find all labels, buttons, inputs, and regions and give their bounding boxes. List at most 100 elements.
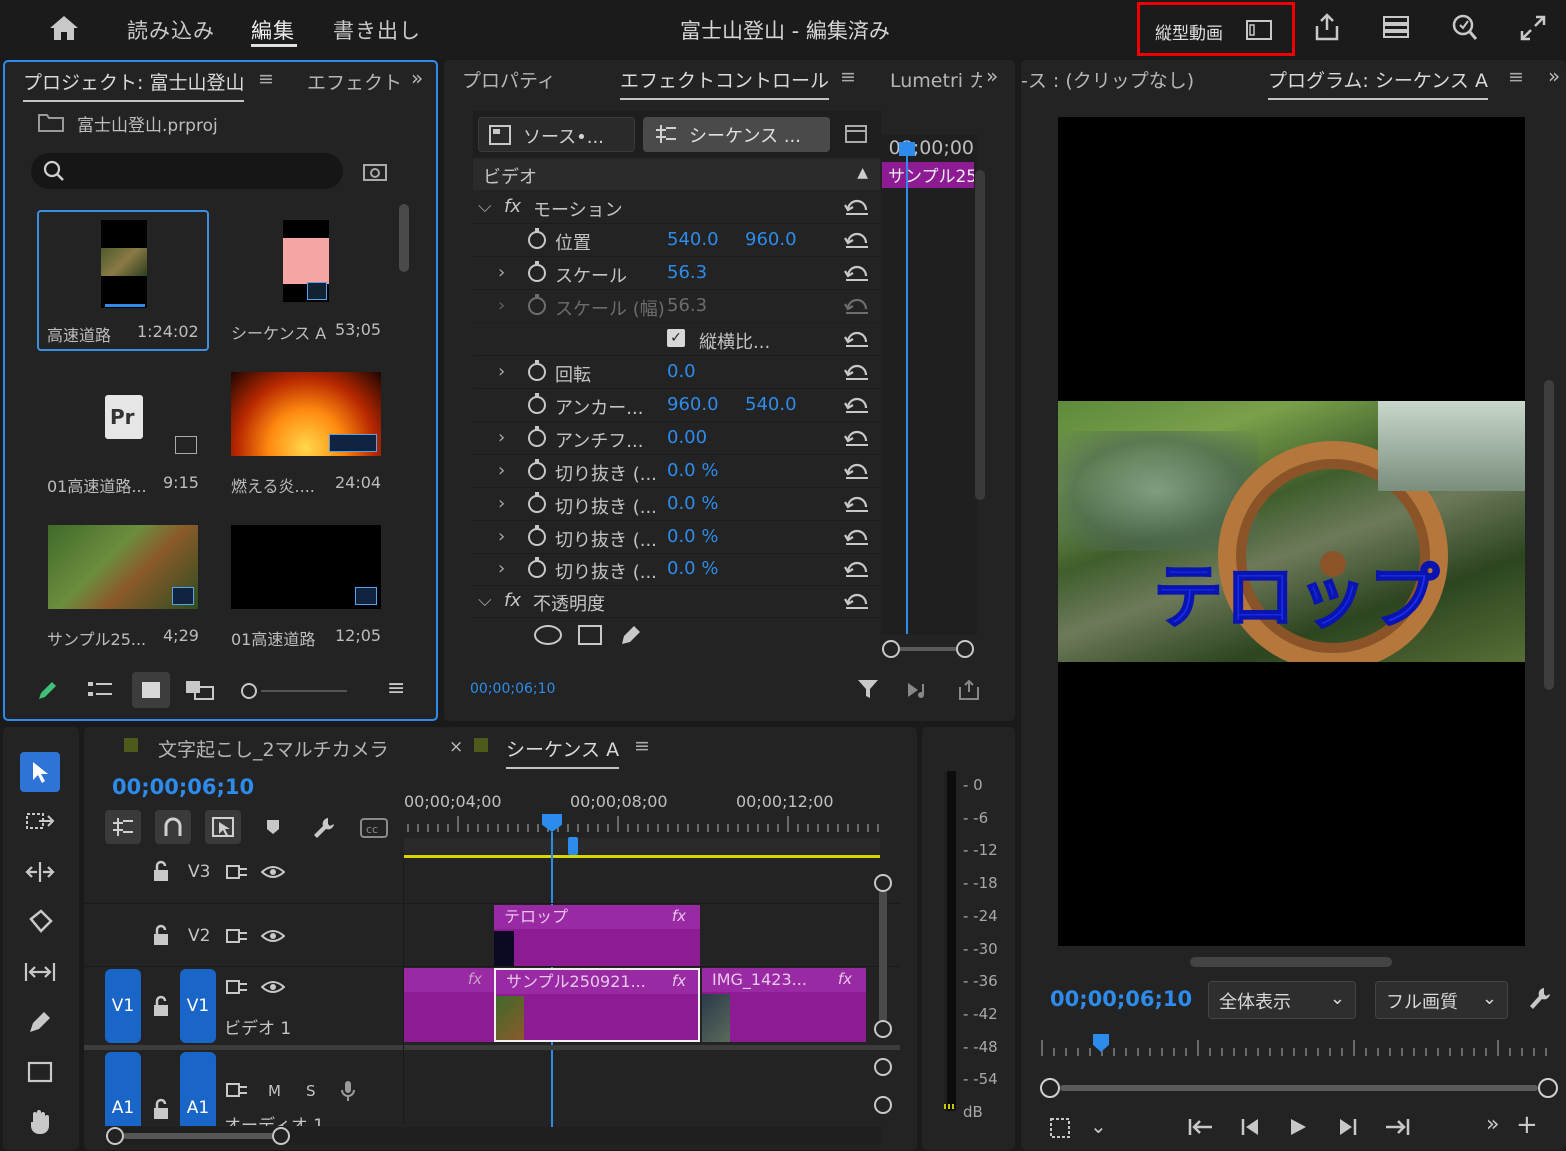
workspace-layout-icon[interactable] — [1382, 15, 1410, 39]
rectangle-mask-icon[interactable] — [577, 624, 603, 646]
ec-scrollbar[interactable] — [975, 170, 985, 500]
effect-value-1[interactable]: 960.0 — [667, 394, 719, 415]
stopwatch-icon[interactable] — [528, 492, 546, 513]
effect-value-1[interactable]: 56.3 — [667, 262, 707, 283]
add-marker-icon[interactable] — [265, 818, 281, 836]
freeform-view-icon[interactable] — [185, 680, 215, 700]
tab-sequence-transcript[interactable]: 文字起こし_2マルチカメラ — [158, 735, 389, 762]
fullscreen-icon[interactable] — [1519, 14, 1547, 42]
sort-menu-icon[interactable]: ≡ — [387, 676, 405, 701]
tab-program-monitor[interactable]: プログラム: シーケンス A — [1268, 66, 1488, 100]
project-menu-icon[interactable]: ≡ — [258, 68, 274, 90]
tab-effects[interactable]: エフェクト — [307, 68, 407, 95]
effect-value-1[interactable]: 0.0 % — [667, 526, 718, 547]
stopwatch-icon[interactable] — [528, 228, 546, 249]
stopwatch-icon[interactable] — [528, 360, 546, 381]
effect-value-1[interactable]: 0.0 % — [667, 558, 718, 579]
toggle-timeline-icon[interactable] — [845, 125, 867, 143]
reset-icon[interactable] — [844, 558, 870, 578]
reset-icon[interactable] — [844, 590, 870, 610]
program-vscrollbar[interactable] — [1544, 380, 1554, 690]
zoom-slider-track[interactable] — [261, 690, 347, 692]
home-icon[interactable] — [48, 14, 80, 42]
tab-source-monitor[interactable]: -ス : (クリップなし) — [1021, 66, 1194, 93]
reset-icon[interactable] — [844, 427, 870, 447]
project-scrollbar[interactable] — [399, 204, 409, 272]
stopwatch-icon[interactable] — [528, 426, 546, 447]
timeline-ruler[interactable] — [404, 816, 880, 834]
clip-sample-selected[interactable]: サンプル250921... fx — [494, 968, 700, 1042]
fire-thumbnail[interactable] — [231, 372, 381, 456]
effect-value-2[interactable]: 540.0 — [745, 394, 797, 415]
premiere-project-icon[interactable]: Pr — [105, 395, 143, 439]
reset-icon[interactable] — [844, 328, 870, 348]
snap-button[interactable] — [155, 810, 191, 844]
timeline-settings-icon[interactable] — [312, 816, 336, 840]
ec-playhead[interactable] — [906, 140, 908, 634]
solo-button[interactable]: S — [306, 1082, 316, 1100]
pencil-icon[interactable] — [35, 679, 59, 703]
effect-value-1[interactable]: 0.00 — [667, 427, 707, 448]
list-view-icon[interactable] — [87, 680, 113, 700]
ec-zoom-bar[interactable] — [882, 640, 974, 658]
more-tabs-icon[interactable]: » — [1548, 64, 1560, 88]
lock-icon[interactable] — [152, 924, 170, 946]
v-zoom-handle-bottom[interactable] — [874, 1020, 892, 1038]
source-patch-a1[interactable]: A1 — [105, 1052, 141, 1126]
share-icon[interactable] — [1313, 12, 1341, 42]
tab-project[interactable]: プロジェクト: 富士山登山 — [23, 68, 245, 102]
add-button-icon[interactable]: + — [1516, 1110, 1538, 1140]
safe-margins-icon[interactable] — [1048, 1116, 1072, 1140]
timeline-timecode[interactable]: 00;00;06;10 — [112, 775, 254, 799]
h-scroll-thumb[interactable] — [124, 1133, 272, 1139]
effect-row-antiflicker[interactable]: › アンチフ... 0.00 — [473, 422, 880, 455]
v-zoom-handle-top[interactable] — [874, 874, 892, 892]
sequence-clip-button[interactable]: シーケンス ... — [643, 117, 830, 152]
h-zoom-handle-left[interactable] — [106, 1127, 124, 1145]
stopwatch-icon[interactable] — [528, 557, 546, 578]
ripple-edit-tool[interactable] — [20, 852, 60, 892]
effect-row-rotation[interactable]: › 回転 0.0 — [473, 356, 880, 389]
pen-mask-icon[interactable] — [618, 622, 644, 648]
nav-edit[interactable]: 編集 — [251, 15, 295, 45]
play-icon[interactable] — [1288, 1117, 1308, 1137]
nav-export[interactable]: 書き出し — [333, 15, 421, 45]
track-select-tool[interactable] — [20, 802, 60, 842]
effect-row-position[interactable]: 位置 540.0 960.0 — [473, 224, 880, 257]
filter-icon[interactable] — [857, 678, 879, 700]
eye-icon[interactable] — [261, 864, 285, 880]
clip-previous[interactable]: fx — [404, 968, 494, 1042]
more-tabs-icon[interactable]: » — [411, 66, 423, 90]
chevron-down-icon[interactable]: ⌄ — [1090, 1114, 1107, 1138]
effect-value-1[interactable]: 540.0 — [667, 229, 719, 250]
effect-row-crop[interactable]: › 切り抜き (... 0.0 % — [473, 488, 880, 521]
track-target-a1[interactable]: A1 — [180, 1052, 216, 1126]
reset-icon[interactable] — [844, 262, 870, 282]
sync-lock-icon[interactable] — [226, 978, 248, 996]
h-zoom-handle-right[interactable] — [272, 1127, 290, 1145]
search-progress-icon[interactable] — [1451, 13, 1479, 43]
linked-selection-button[interactable] — [205, 810, 241, 844]
zoom-slider-handle[interactable] — [241, 683, 257, 699]
tab-effect-controls[interactable]: エフェクトコントロール — [620, 66, 830, 100]
stopwatch-icon[interactable] — [528, 459, 546, 480]
lock-icon[interactable] — [152, 860, 170, 882]
razor-tool[interactable] — [20, 902, 60, 942]
fit-dropdown[interactable]: 全体表示 ⌄ — [1208, 981, 1356, 1019]
stopwatch-icon[interactable] — [528, 261, 546, 282]
more-tabs-icon[interactable]: » — [986, 64, 998, 88]
tab-sequence-a[interactable]: シーケンス A — [506, 735, 620, 769]
step-back-icon[interactable] — [1240, 1117, 1262, 1137]
effect-row-crop[interactable]: › 切り抜き (... 0.0 % — [473, 553, 880, 586]
captions-icon[interactable]: cc — [360, 818, 388, 838]
clip-img1423[interactable]: IMG_1423... fx — [702, 968, 866, 1042]
step-forward-icon[interactable] — [1336, 1117, 1358, 1137]
stopwatch-icon[interactable] — [528, 525, 546, 546]
v-scroll-track[interactable] — [879, 892, 887, 1020]
wrench-icon[interactable] — [1528, 986, 1552, 1012]
sync-lock-icon[interactable] — [226, 927, 248, 945]
mute-button[interactable]: M — [268, 1082, 281, 1100]
ellipse-mask-icon[interactable] — [533, 624, 563, 646]
nest-toggle-button[interactable] — [105, 810, 141, 844]
program-ruler[interactable] — [1040, 1030, 1550, 1058]
